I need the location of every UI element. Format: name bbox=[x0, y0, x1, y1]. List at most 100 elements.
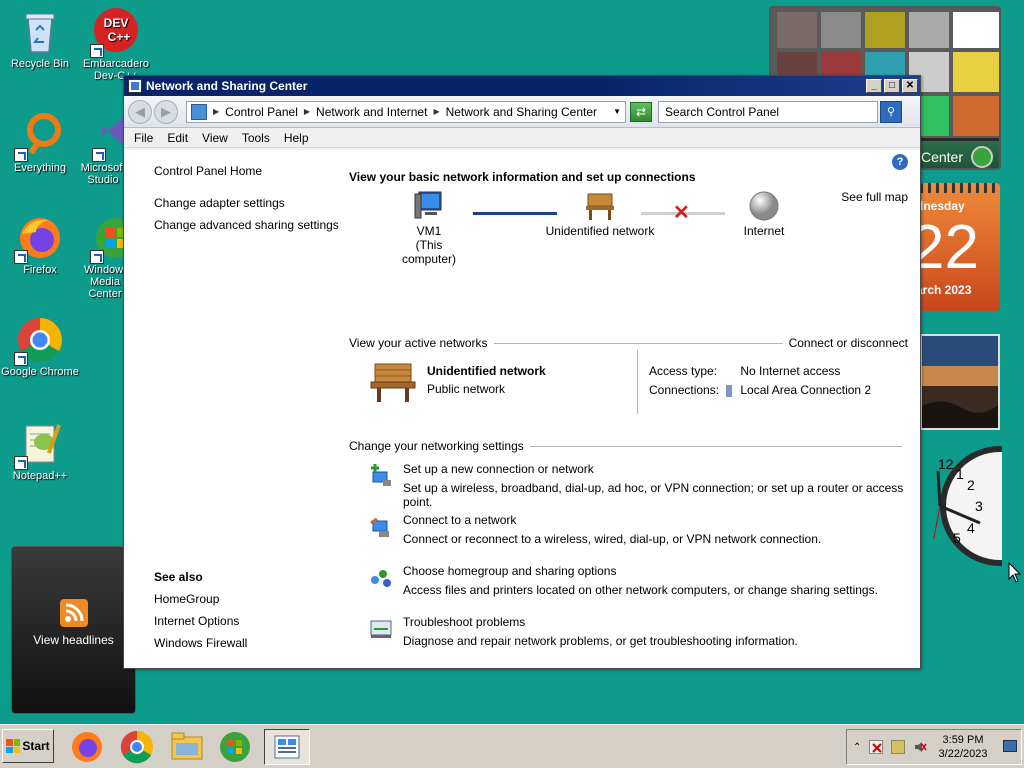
breadcrumb-chevron-icon[interactable]: ▶ bbox=[433, 107, 439, 116]
windows-flag-icon bbox=[6, 739, 21, 753]
firefox-icon bbox=[14, 214, 64, 264]
address-dropdown-icon[interactable]: ▼ bbox=[613, 107, 621, 116]
task-title-setup[interactable]: Set up a new connection or network bbox=[403, 462, 929, 476]
menu-edit[interactable]: Edit bbox=[167, 131, 188, 145]
search-icon: ⚲ bbox=[886, 105, 896, 118]
menu-tools[interactable]: Tools bbox=[242, 131, 270, 145]
clock-gadget[interactable]: 12 1 2 3 4 5 bbox=[920, 443, 1002, 569]
start-button[interactable]: Start bbox=[2, 729, 54, 763]
connect-disconnect-link[interactable]: Connect or disconnect bbox=[789, 336, 908, 350]
task-desc-setup: Set up a wireless, broadband, dial-up, a… bbox=[403, 481, 904, 509]
taskbar-firefox[interactable] bbox=[68, 729, 106, 765]
calendar-date: 22 bbox=[920, 213, 979, 282]
internet-options-link[interactable]: Internet Options bbox=[154, 614, 247, 628]
change-advanced-sharing-link[interactable]: Change advanced sharing settings bbox=[154, 218, 339, 232]
desktop-icon-label: Windows Media Center bbox=[84, 264, 126, 300]
active-network-name: Unidentified network bbox=[427, 364, 546, 378]
mouse-cursor-icon bbox=[1008, 562, 1022, 583]
access-type-label: Access type: bbox=[649, 364, 718, 378]
desktop-icon-media-center[interactable]: Windows Media Center bbox=[76, 214, 126, 300]
shortcut-arrow-icon bbox=[14, 148, 28, 162]
maximize-button[interactable]: □ bbox=[884, 79, 900, 93]
breadcrumb-control-panel[interactable]: Control Panel bbox=[225, 105, 298, 119]
desktop-icon-everything[interactable]: Everything bbox=[0, 112, 80, 174]
task-title-troubleshoot[interactable]: Troubleshoot problems bbox=[403, 615, 929, 629]
svg-text:3: 3 bbox=[975, 498, 983, 514]
help-icon[interactable]: ? bbox=[892, 154, 908, 170]
taskbar-control-panel[interactable] bbox=[264, 729, 310, 765]
control-panel-home-link[interactable]: Control Panel Home bbox=[154, 164, 339, 178]
close-button[interactable]: ✕ bbox=[902, 79, 918, 93]
taskbar-explorer[interactable] bbox=[168, 729, 206, 765]
troubleshoot-icon bbox=[369, 617, 393, 641]
control-panel-icon bbox=[191, 103, 207, 120]
breadcrumb[interactable]: ▶ Control Panel ▶ Network and Internet ▶… bbox=[186, 100, 626, 123]
rss-view-headlines[interactable]: View headlines bbox=[12, 633, 135, 647]
task-title-connect[interactable]: Connect to a network bbox=[403, 513, 929, 527]
svg-text:5: 5 bbox=[953, 530, 961, 546]
task-title-homegroup[interactable]: Choose homegroup and sharing options bbox=[403, 564, 929, 578]
homegroup-link[interactable]: HomeGroup bbox=[154, 592, 247, 606]
forward-button[interactable]: ▶ bbox=[154, 99, 178, 124]
desktop-icon-devcpp[interactable]: DEV C++ Embarcadero Dev-C++ bbox=[76, 8, 156, 82]
slideshow-gadget[interactable] bbox=[920, 334, 1000, 430]
search-button[interactable]: ⚲ bbox=[880, 100, 902, 123]
taskbar: Start ⌃ 3:59 PM 3/22/2023 bbox=[0, 724, 1024, 768]
see-full-map-link[interactable]: See full map bbox=[841, 190, 908, 204]
svg-text:DEV: DEV bbox=[104, 16, 129, 30]
back-button[interactable]: ◀ bbox=[128, 99, 152, 124]
windows-logo-icon bbox=[971, 146, 993, 168]
svg-text:12: 12 bbox=[938, 456, 954, 472]
show-hidden-icons-button[interactable]: ⌃ bbox=[853, 742, 861, 753]
desktop-icon-recycle-bin[interactable]: Recycle Bin bbox=[0, 8, 80, 70]
task-desc-homegroup: Access files and printers located on oth… bbox=[403, 583, 878, 597]
breadcrumb-network-sharing-center[interactable]: Network and Sharing Center bbox=[446, 105, 597, 119]
breadcrumb-network-internet[interactable]: Network and Internet bbox=[316, 105, 427, 119]
breadcrumb-chevron-icon[interactable]: ▶ bbox=[213, 107, 219, 116]
menu-view[interactable]: View bbox=[202, 131, 228, 145]
desktop-icon-firefox[interactable]: Firefox bbox=[0, 214, 80, 276]
desktop-icon-notepadpp[interactable]: Notepad++ bbox=[0, 420, 80, 482]
devcpp-icon: DEV C++ bbox=[90, 8, 140, 58]
desktop-icon-visual-studio[interactable]: Microsoft Studio bbox=[76, 112, 130, 186]
change-settings-header: Change your networking settings bbox=[349, 439, 908, 453]
clock[interactable]: 3:59 PM 3/22/2023 bbox=[933, 733, 993, 761]
taskbar-chrome[interactable] bbox=[118, 729, 156, 765]
no-connection-x-icon: ✕ bbox=[673, 202, 690, 224]
start-label: Start bbox=[22, 739, 50, 753]
windows-firewall-link[interactable]: Windows Firewall bbox=[154, 636, 247, 650]
search-input[interactable]: Search Control Panel bbox=[658, 100, 878, 123]
forward-arrow-icon: ▶ bbox=[161, 103, 171, 119]
desktop-icon-chrome[interactable]: Google Chrome bbox=[0, 316, 80, 378]
see-also-title: See also bbox=[154, 570, 203, 584]
left-nav-pane: Control Panel Home Change adapter settin… bbox=[124, 150, 339, 668]
bench-icon bbox=[369, 362, 417, 402]
local-area-connection-link[interactable]: Local Area Connection 2 bbox=[740, 383, 871, 397]
taskbar-media-center[interactable] bbox=[216, 729, 254, 765]
folder-icon bbox=[171, 732, 203, 760]
connections-label: Connections: bbox=[649, 383, 720, 397]
main-pane: ? View your basic network information an… bbox=[349, 150, 908, 668]
divider bbox=[637, 350, 638, 414]
address-bar: ◀ ▶ ▶ Control Panel ▶ Network and Intern… bbox=[124, 96, 920, 128]
breadcrumb-chevron-icon[interactable]: ▶ bbox=[304, 107, 310, 116]
title-bar[interactable]: Network and Sharing Center _ □ ✕ bbox=[124, 76, 920, 96]
volume-muted-icon[interactable] bbox=[913, 740, 928, 754]
minimize-button[interactable]: _ bbox=[866, 79, 882, 93]
menu-help[interactable]: Help bbox=[284, 131, 309, 145]
menu-file[interactable]: File bbox=[134, 131, 153, 145]
network-tray-icon[interactable] bbox=[891, 740, 906, 754]
active-network-panel: Unidentified network Public network Acce… bbox=[369, 350, 899, 416]
show-desktop-icon[interactable] bbox=[1003, 740, 1017, 752]
task-setup-connection: Set up a new connection or network Set u… bbox=[369, 462, 929, 509]
shortcut-arrow-icon bbox=[14, 456, 28, 470]
rss-gadget[interactable]: View headlines bbox=[11, 546, 136, 714]
action-center-icon[interactable] bbox=[869, 740, 884, 754]
desktop-icon-label: Recycle Bin bbox=[10, 58, 70, 70]
globe-icon bbox=[748, 190, 780, 222]
change-adapter-settings-link[interactable]: Change adapter settings bbox=[154, 196, 339, 210]
refresh-button[interactable]: ⇄ bbox=[630, 101, 652, 122]
new-connection-icon bbox=[369, 464, 393, 488]
calendar-gadget[interactable]: dnesday 22 arch 2023 bbox=[920, 183, 1000, 311]
calendar-weekday: dnesday bbox=[920, 199, 965, 213]
